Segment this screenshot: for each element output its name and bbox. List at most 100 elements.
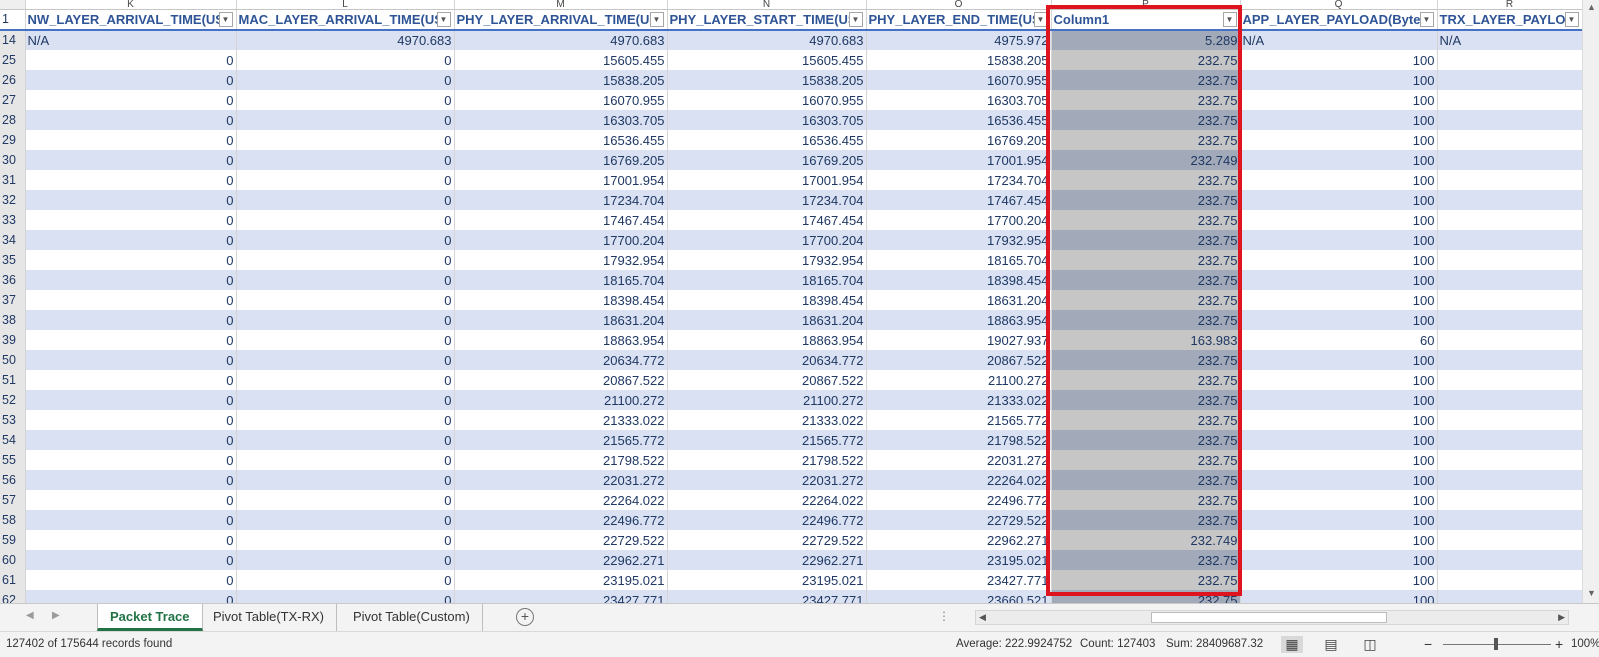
table-cell[interactable]: 100 — [1240, 590, 1438, 603]
table-cell[interactable]: 17001.954 — [667, 170, 867, 190]
table-cell[interactable]: 0 — [236, 430, 455, 450]
table-cell[interactable]: 0 — [236, 390, 455, 410]
table-cell[interactable] — [1437, 370, 1582, 390]
table-cell[interactable]: 0 — [25, 530, 237, 550]
table-cell[interactable]: 100 — [1240, 450, 1438, 470]
selected-cell[interactable]: 5.289 — [1051, 30, 1241, 50]
table-cell[interactable]: 0 — [25, 410, 237, 430]
tab-pivot-custom[interactable]: Pivot Table(Custom) — [341, 604, 483, 631]
grid-icon[interactable]: ▦ — [1281, 636, 1303, 653]
table-cell[interactable]: 17234.704 — [667, 190, 867, 210]
row-number[interactable]: 38 — [0, 310, 26, 330]
table-cell[interactable]: 18863.954 — [866, 310, 1052, 330]
table-cell[interactable]: 22496.772 — [667, 510, 867, 530]
table-cell[interactable]: 100 — [1240, 70, 1438, 90]
table-cell[interactable]: 21100.272 — [667, 390, 867, 410]
next-sheet-icon[interactable]: ▶ — [52, 610, 60, 621]
table-cell[interactable]: 21100.272 — [866, 370, 1052, 390]
table-cell[interactable]: 18863.954 — [667, 330, 867, 350]
table-cell[interactable]: 15838.205 — [866, 50, 1052, 70]
filter-dropdown-icon[interactable]: ▼ — [1564, 12, 1579, 27]
table-cell[interactable] — [1437, 510, 1582, 530]
scroll-thumb[interactable] — [1151, 612, 1387, 623]
table-cell[interactable]: 17932.954 — [667, 250, 867, 270]
table-cell[interactable]: 16303.705 — [454, 110, 668, 130]
table-cell[interactable]: 0 — [236, 230, 455, 250]
table-cell[interactable]: 0 — [25, 490, 237, 510]
table-cell[interactable]: 22264.022 — [454, 490, 668, 510]
table-cell[interactable]: 100 — [1240, 170, 1438, 190]
scroll-down-icon[interactable]: ▼ — [1586, 588, 1597, 599]
selected-cell[interactable]: 232.75 — [1051, 490, 1241, 510]
table-cell[interactable]: 22496.772 — [454, 510, 668, 530]
table-cell[interactable] — [1437, 130, 1582, 150]
tab-packet-trace[interactable]: Packet Trace — [97, 604, 203, 631]
zoom-in-icon[interactable]: + — [1555, 636, 1563, 652]
table-cell[interactable]: 0 — [236, 410, 455, 430]
table-cell[interactable]: 0 — [25, 150, 237, 170]
table-cell[interactable]: 0 — [236, 530, 455, 550]
row-number[interactable]: 39 — [0, 330, 26, 350]
table-cell[interactable]: 23660.521 — [866, 590, 1052, 603]
table-cell[interactable]: 100 — [1240, 550, 1438, 570]
sum-text[interactable]: Sum: 28409687.32 — [1166, 638, 1263, 650]
table-cell[interactable]: 16070.955 — [667, 90, 867, 110]
horizontal-scrollbar[interactable]: ◀ ▶ — [975, 610, 1569, 625]
average-text[interactable]: Average: 222.9924752 — [956, 638, 1072, 650]
table-cell[interactable]: 100 — [1240, 290, 1438, 310]
selected-cell[interactable]: 232.75 — [1051, 450, 1241, 470]
table-cell[interactable]: 0 — [236, 90, 455, 110]
table-cell[interactable]: 0 — [236, 70, 455, 90]
table-cell[interactable]: 100 — [1240, 490, 1438, 510]
table-cell[interactable]: 0 — [25, 430, 237, 450]
zoom-slider-thumb[interactable] — [1494, 638, 1498, 650]
table-cell[interactable]: 0 — [236, 570, 455, 590]
table-cell[interactable]: 18631.204 — [866, 290, 1052, 310]
table-cell[interactable]: 21798.522 — [866, 430, 1052, 450]
row-number[interactable]: 59 — [0, 530, 26, 550]
filter-dropdown-icon[interactable]: ▼ — [1419, 12, 1434, 27]
table-cell[interactable]: 0 — [25, 270, 237, 290]
filter-dropdown-icon[interactable]: ▼ — [218, 12, 233, 27]
filter-dropdown-icon[interactable]: ▼ — [436, 12, 451, 27]
table-cell[interactable]: 16303.705 — [866, 90, 1052, 110]
table-cell[interactable]: 0 — [236, 450, 455, 470]
table-cell[interactable]: 22962.271 — [667, 550, 867, 570]
table-cell[interactable]: 0 — [236, 510, 455, 530]
table-cell[interactable]: 4975.972 — [866, 30, 1052, 50]
table-cell[interactable]: 100 — [1240, 150, 1438, 170]
selected-cell[interactable]: 232.75 — [1051, 50, 1241, 70]
selected-cell[interactable]: 232.75 — [1051, 130, 1241, 150]
table-cell[interactable]: 0 — [236, 470, 455, 490]
vertical-scrollbar[interactable]: ▲ ▼ — [1582, 0, 1599, 603]
table-cell[interactable]: 0 — [25, 170, 237, 190]
table-cell[interactable]: 16536.455 — [866, 110, 1052, 130]
table-cell[interactable] — [1437, 590, 1582, 603]
table-cell[interactable]: 0 — [236, 330, 455, 350]
table-cell[interactable]: 100 — [1240, 90, 1438, 110]
table-cell[interactable]: 21798.522 — [454, 450, 668, 470]
table-cell[interactable] — [1437, 250, 1582, 270]
column-header[interactable]: Column1 ▼ — [1051, 9, 1241, 31]
selected-cell[interactable]: 232.749 — [1051, 530, 1241, 550]
table-cell[interactable]: 100 — [1240, 310, 1438, 330]
table-cell[interactable]: 0 — [236, 590, 455, 603]
table-cell[interactable] — [1437, 210, 1582, 230]
table-cell[interactable] — [1437, 570, 1582, 590]
table-cell[interactable]: 22729.522 — [866, 510, 1052, 530]
table-cell[interactable]: 4970.683 — [454, 30, 668, 50]
count-text[interactable]: Count: 127403 — [1080, 638, 1155, 650]
table-cell[interactable]: 0 — [25, 310, 237, 330]
table-cell[interactable] — [1437, 70, 1582, 90]
table-cell[interactable]: 0 — [25, 210, 237, 230]
table-cell[interactable]: 100 — [1240, 130, 1438, 150]
column-header[interactable]: TRX_LAYER_PAYLO ▼ — [1437, 9, 1582, 31]
row-number[interactable]: 32 — [0, 190, 26, 210]
table-cell[interactable]: 0 — [25, 470, 237, 490]
row-number[interactable]: 60 — [0, 550, 26, 570]
table-cell[interactable]: 100 — [1240, 50, 1438, 70]
worksheet-grid[interactable]: K L M N O P Q R 1 NW_LAYER_ARRIVAL_TIME(US) ▼ MAC_L… — [0, 0, 1582, 603]
table-cell[interactable]: 0 — [25, 370, 237, 390]
table-cell[interactable]: 0 — [25, 70, 237, 90]
table-cell[interactable]: 16536.455 — [454, 130, 668, 150]
